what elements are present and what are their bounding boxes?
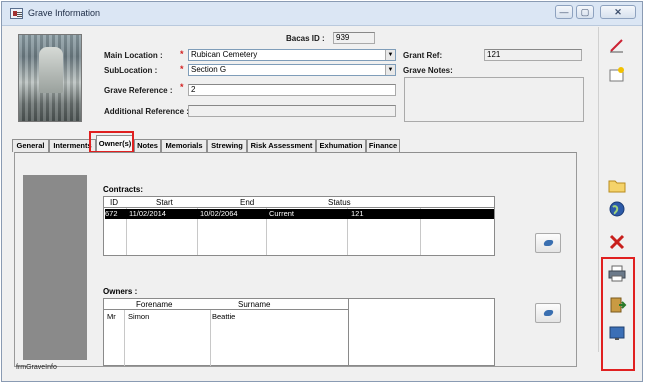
grave-reference-label: Grave Reference : (104, 86, 173, 95)
form-app-icon (10, 8, 23, 19)
main-location-value: Rubican Cemetery (191, 50, 258, 59)
owner-forename: Simon (128, 312, 150, 321)
contracts-list[interactable]: ID Start End Status 672 11/02/2014 10/02… (103, 196, 495, 256)
owners-col-surname: Surname (238, 300, 271, 309)
contracts-label: Contracts: (103, 185, 144, 194)
tab-finance[interactable]: Finance (366, 139, 400, 152)
owners-label: Owners : (103, 287, 138, 296)
tab-general[interactable]: General (12, 139, 49, 152)
additional-reference-label: Additional Reference : (104, 107, 189, 116)
contracts-header: ID Start End Status (104, 197, 494, 208)
owners-col-forename: Forename (136, 300, 173, 309)
table-row[interactable]: Mr Simon Beattie (105, 312, 494, 322)
sublocation-required: * (180, 64, 184, 74)
contracts-col-start: Start (156, 198, 173, 207)
owners-tab-panel: Contracts: ID Start End Status 672 11/02… (14, 152, 577, 367)
delete-icon[interactable] (607, 232, 627, 252)
form-name-label: frmGraveInfo (16, 364, 57, 371)
tab-memorials[interactable]: Memorials (161, 139, 207, 152)
edit-icon[interactable] (607, 35, 627, 55)
new-record-icon[interactable] (607, 65, 627, 85)
grave-notes-field[interactable] (404, 77, 584, 122)
sublocation-combo[interactable]: Section G ▼ (188, 64, 396, 76)
owner-title: Mr (107, 312, 116, 321)
owners-list[interactable]: Forename Surname Mr Simon Beattie (103, 298, 495, 366)
contract-id: 672 (105, 209, 118, 218)
column-divider (348, 299, 349, 366)
toolbar-highlight (601, 257, 635, 371)
contract-ref: 121 (351, 209, 364, 218)
contracts-search-button[interactable] (535, 233, 561, 253)
grave-notes-label: Grave Notes: (403, 66, 453, 75)
close-button[interactable]: ✕ (600, 5, 636, 19)
main-location-combo[interactable]: Rubican Cemetery ▼ (188, 49, 396, 61)
tab-exhumation[interactable]: Exhumation (316, 139, 366, 152)
owners-tab-highlight (89, 131, 134, 153)
chevron-down-icon[interactable]: ▼ (385, 65, 395, 75)
headstone-image (39, 47, 63, 93)
search-icon (542, 310, 555, 316)
contract-status: Current (269, 209, 295, 218)
contracts-col-status: Status (328, 198, 351, 207)
owner-surname: Beattie (212, 312, 236, 321)
main-location-required: * (180, 49, 184, 59)
folder-icon[interactable] (607, 175, 627, 195)
owner-image-placeholder (23, 175, 87, 360)
grant-ref-field[interactable]: 121 (484, 49, 582, 61)
table-row[interactable]: 672 11/02/2014 10/02/2064 Current 121 (105, 209, 494, 219)
contracts-col-id: ID (110, 198, 118, 207)
main-location-label: Main Location : (104, 51, 163, 60)
contract-start: 11/02/2014 (129, 209, 166, 218)
right-toolbar (598, 27, 640, 371)
grave-reference-field[interactable]: 2 (188, 84, 396, 96)
form-area: Bacas ID : 939 Main Location : * Rubican… (6, 27, 597, 377)
contract-end: 10/02/2064 (200, 209, 238, 218)
maximize-button[interactable]: ▢ (576, 5, 594, 19)
owners-search-button[interactable] (535, 303, 561, 323)
grant-ref-label: Grant Ref: (403, 51, 443, 60)
additional-reference-field[interactable] (188, 105, 396, 117)
bacas-id-label: Bacas ID : (286, 34, 325, 43)
chevron-down-icon[interactable]: ▼ (385, 50, 395, 60)
tab-strewing[interactable]: Strewing (207, 139, 247, 152)
minimize-button[interactable]: — (555, 5, 573, 19)
window-title: Grave Information (28, 8, 101, 18)
bacas-id-field: 939 (333, 32, 375, 44)
search-icon (542, 240, 555, 246)
grave-photo[interactable] (18, 34, 82, 122)
tab-risk-assessment[interactable]: Risk Assessment (247, 139, 316, 152)
tab-notes[interactable]: Notes (134, 139, 161, 152)
grave-reference-required: * (180, 82, 184, 92)
contracts-col-end: End (240, 198, 255, 207)
sublocation-value: Section G (191, 65, 227, 74)
globe-icon[interactable] (607, 199, 627, 219)
owners-header: Forename Surname (104, 299, 348, 310)
grave-information-window: Grave Information — ▢ ✕ Bacas ID : 939 M… (1, 1, 643, 382)
sublocation-label: SubLocation : (104, 66, 158, 75)
title-bar: Grave Information — ▢ ✕ (2, 2, 642, 26)
